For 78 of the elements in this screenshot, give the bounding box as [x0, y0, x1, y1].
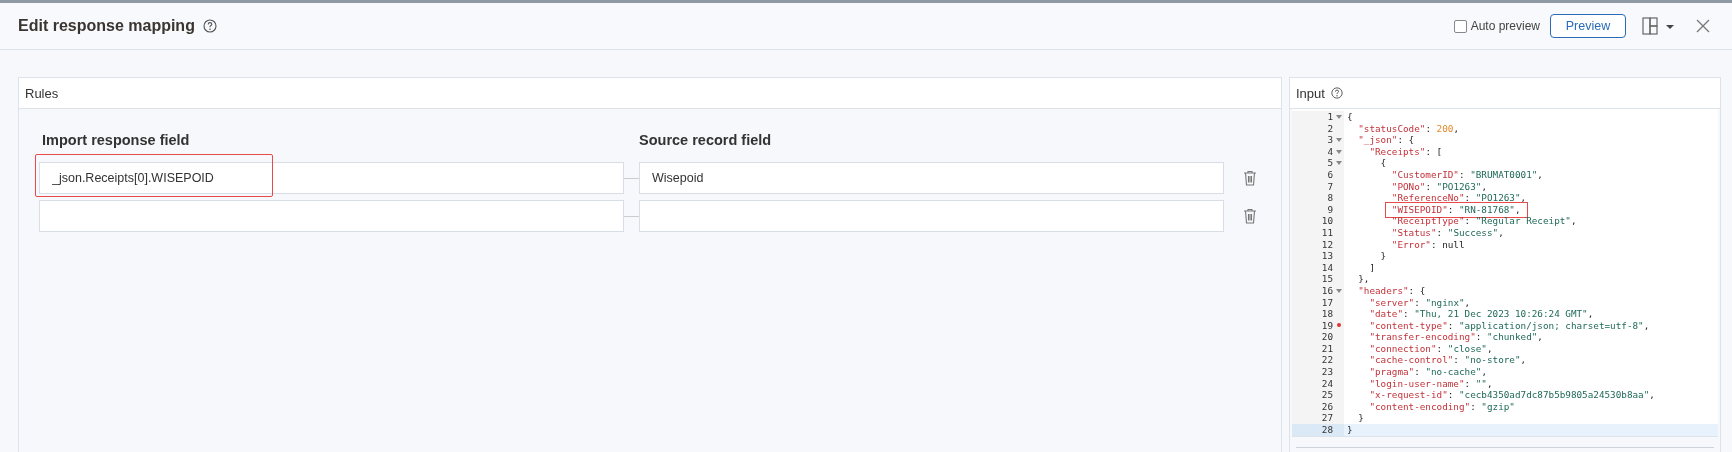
code-line: "statusCode": 200, — [1357, 122, 1459, 134]
column-heading: Source record field — [639, 132, 772, 148]
code-line: { — [1379, 157, 1387, 169]
code-line: { — [1347, 111, 1353, 122]
code-line: "connection": "close", — [1368, 342, 1493, 354]
code-line: "_json": { — [1357, 134, 1415, 146]
panel-title: Rules — [25, 85, 59, 101]
fold-caret-icon[interactable] — [1335, 288, 1342, 293]
code-line: "CustomerID": "BRUMAT0001", — [1390, 168, 1543, 180]
input-field[interactable]: _json.Receipts[0].WISEPOID — [39, 162, 624, 194]
line-number: 24 — [1321, 377, 1333, 390]
line-number: 25 — [1321, 389, 1333, 401]
code-line: "WISEPOID": "RN-81768", — [1390, 203, 1521, 215]
line-number: 3 — [1327, 134, 1333, 146]
code-line: "login-user-name": "", — [1368, 377, 1493, 389]
line-number: 9 — [1327, 203, 1333, 216]
line-number: 18 — [1321, 308, 1333, 320]
line-number: 11 — [1321, 226, 1333, 239]
line-number: 28 — [1321, 424, 1333, 436]
code-line: } — [1347, 424, 1353, 436]
code-line: "Receipts": [ — [1368, 145, 1443, 157]
code-line: "Status": "Success", — [1390, 226, 1504, 238]
fold-caret-icon[interactable] — [1335, 114, 1342, 119]
line-number: 5 — [1327, 157, 1333, 169]
line-number: 6 — [1327, 168, 1333, 181]
help-icon[interactable] — [202, 19, 217, 33]
line-number: 20 — [1321, 331, 1333, 343]
preview-button[interactable]: Preview — [1550, 14, 1626, 38]
line-number: 4 — [1327, 145, 1333, 158]
line-number: 10 — [1321, 215, 1333, 227]
auto-preview-checkbox[interactable]: Auto preview — [1453, 19, 1540, 33]
trash-icon[interactable] — [1243, 170, 1257, 186]
line-number: 21 — [1321, 342, 1333, 355]
line-number: 27 — [1321, 412, 1333, 425]
code-line: "date": "Thu, 21 Dec 2023 10:26:24 GMT", — [1368, 308, 1594, 320]
line-number: 8 — [1327, 192, 1333, 204]
code-line: "ReceiptType": "Regular Receipt", — [1390, 215, 1577, 227]
line-number: 1 — [1327, 111, 1333, 123]
line-number: 16 — [1321, 284, 1333, 297]
code-line: "headers": { — [1357, 284, 1426, 296]
input-field[interactable] — [639, 200, 1224, 232]
code-line: "x-request-id": "cecb4350ad7dc87b5b9805a24530b8aa", — [1368, 389, 1655, 401]
code-line: "content-type": "application/json; charset=utf-8", — [1368, 319, 1650, 331]
line-number: 2 — [1327, 122, 1333, 135]
fold-caret-icon[interactable] — [1335, 149, 1342, 154]
line-number: 12 — [1321, 238, 1333, 251]
input-field[interactable]: Wisepoid — [639, 162, 1224, 194]
code-line: }, — [1357, 273, 1370, 285]
help-icon[interactable] — [1330, 87, 1343, 99]
line-number: 14 — [1321, 261, 1333, 274]
line-number: 23 — [1321, 366, 1333, 378]
column-heading: Import response field — [41, 132, 191, 148]
dialog-title: Edit response mapping — [18, 17, 195, 35]
code-line: } — [1357, 412, 1364, 424]
code-line: "server": "nginx", — [1368, 296, 1471, 308]
line-number: 15 — [1321, 273, 1333, 285]
line-number: 13 — [1321, 250, 1333, 262]
code-line: "pragma": "no-cache", — [1368, 366, 1487, 378]
code-line: "ReferenceNo": "PO1263", — [1390, 192, 1527, 204]
panel-title: Input — [1296, 85, 1325, 101]
code-line: "Error": null — [1390, 238, 1465, 250]
line-number: 19 — [1321, 319, 1333, 332]
line-number: 26 — [1321, 400, 1333, 413]
code-line: "content-encoding": "gzip" — [1368, 400, 1515, 412]
code-line: "PONo": "PO1263", — [1390, 180, 1487, 192]
code-line: "cache-control": "no-store", — [1368, 354, 1527, 366]
input-field[interactable] — [39, 200, 624, 232]
code-line: "transfer-encoding": "chunked", — [1368, 331, 1543, 343]
line-number: 17 — [1321, 296, 1333, 309]
fold-caret-icon[interactable] — [1335, 161, 1342, 166]
line-number: 22 — [1321, 354, 1333, 367]
trash-icon[interactable] — [1243, 208, 1257, 224]
close-icon[interactable] — [1696, 19, 1710, 33]
code-line: } — [1379, 250, 1387, 262]
layout-icon[interactable] — [1642, 17, 1676, 35]
fold-caret-icon[interactable] — [1335, 138, 1342, 142]
code-line: ] — [1368, 261, 1375, 273]
line-number: 7 — [1327, 180, 1333, 193]
